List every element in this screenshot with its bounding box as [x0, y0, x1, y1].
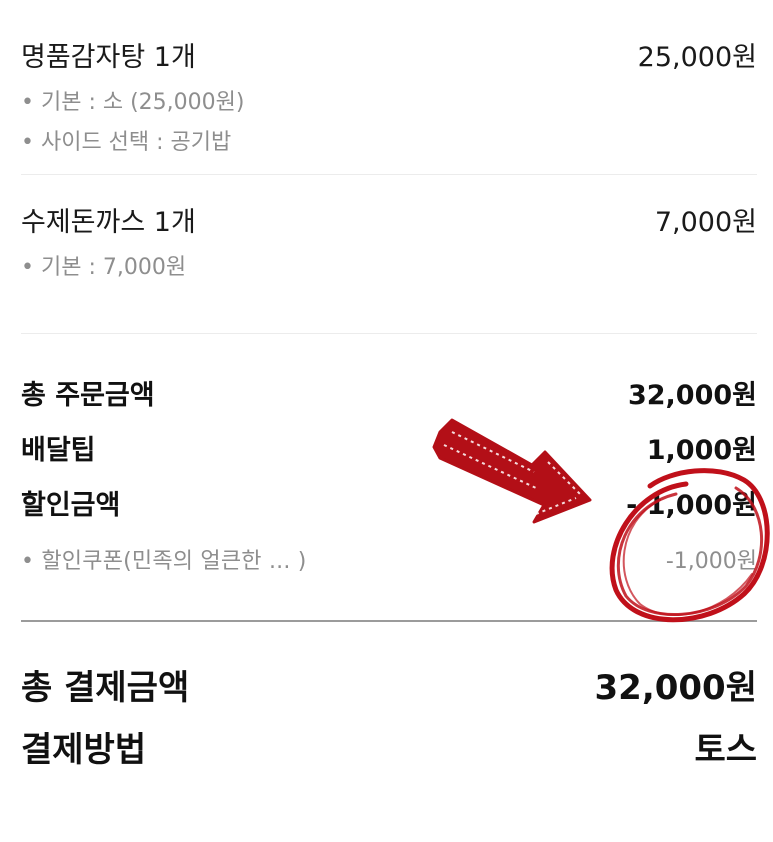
order-total-row: 총 주문금액 32,000원	[21, 378, 757, 414]
delivery-tip-value: 1,000원	[646, 435, 757, 466]
order-item-name: 명품감자탕 1개	[21, 42, 196, 73]
order-item-price: 7,000원	[654, 207, 757, 238]
coupon-label: • 할인쿠폰(민족의 얼큰한 ... )	[21, 549, 307, 574]
payment-method-label: 결제방법	[21, 730, 147, 770]
order-item-option: • 기본 : 소 (25,000원)	[21, 90, 245, 115]
order-item-option: • 기본 : 7,000원	[21, 255, 187, 280]
delivery-tip-label: 배달팁	[21, 435, 96, 466]
order-item-option: • 사이드 선택 : 공기밥	[21, 130, 232, 155]
order-item-price: 25,000원	[637, 42, 757, 73]
discount-label: 할인금액	[21, 490, 121, 521]
payment-method-value: 토스	[694, 730, 757, 770]
order-item-name: 수제돈까스 1개	[21, 207, 196, 238]
order-item-header: 수제돈까스 1개 7,000원	[21, 205, 757, 241]
discount-row: 할인금액 - 1,000원	[21, 488, 757, 524]
order-item: 수제돈까스 1개 7,000원 • 기본 : 7,000원	[21, 175, 757, 334]
order-total-label: 총 주문금액	[21, 380, 155, 411]
coupon-row: • 할인쿠폰(민족의 얼큰한 ... ) -1,000원	[21, 548, 757, 576]
order-total-value: 32,000원	[627, 380, 757, 411]
delivery-tip-row: 배달팁 1,000원	[21, 433, 757, 469]
payment-method-row: 결제방법 토스	[21, 728, 757, 772]
price-summary: 총 주문금액 32,000원 배달팁 1,000원 할인금액 - 1,000원 …	[21, 334, 757, 622]
payment-summary: 총 결제금액 32,000원 결제방법 토스	[21, 622, 757, 772]
order-item: 명품감자탕 1개 25,000원 • 기본 : 소 (25,000원) • 사이…	[21, 0, 757, 175]
order-item-header: 명품감자탕 1개 25,000원	[21, 40, 757, 76]
discount-value: - 1,000원	[626, 490, 757, 521]
payment-total-row: 총 결제금액 32,000원	[21, 666, 757, 710]
coupon-value: -1,000원	[665, 549, 757, 574]
order-receipt: 명품감자탕 1개 25,000원 • 기본 : 소 (25,000원) • 사이…	[21, 0, 757, 772]
payment-total-label: 총 결제금액	[21, 668, 190, 708]
payment-total-value: 32,000원	[594, 668, 757, 708]
